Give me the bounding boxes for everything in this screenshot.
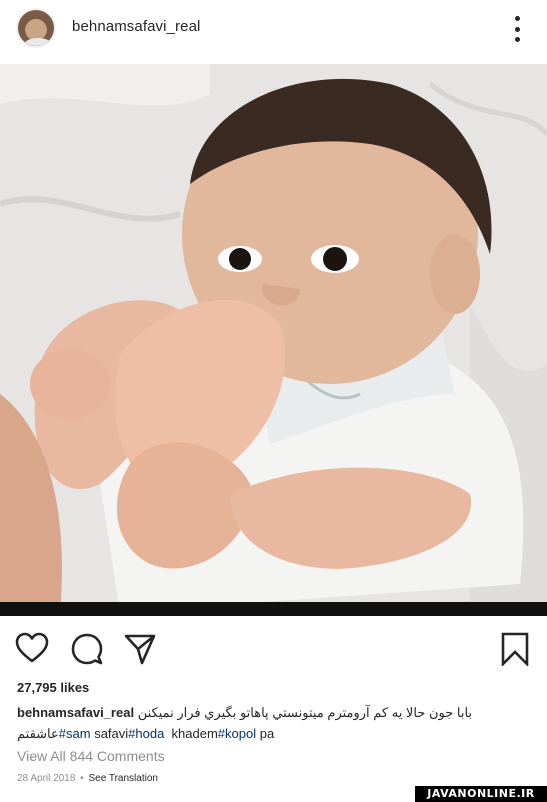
heart-icon[interactable]	[15, 632, 49, 666]
action-bar	[0, 626, 547, 670]
post-meta: 28 April 2018 • See Translation	[17, 773, 158, 784]
caption-word-khadem: khadem	[171, 726, 218, 741]
header-username[interactable]: behnamsafavi_real	[72, 18, 200, 35]
post-date: 28 April 2018	[17, 773, 76, 784]
hashtag-sam[interactable]: #sam	[59, 726, 91, 741]
send-icon[interactable]	[123, 632, 157, 666]
view-all-comments-link[interactable]: View All 844 Comments	[17, 748, 165, 764]
caption-tag-prefix: عاشقتم	[17, 726, 59, 741]
likes-count[interactable]: 27,795 likes	[17, 680, 89, 695]
post-header: behnamsafavi_real	[0, 0, 547, 64]
hashtag-kopol[interactable]: #kopol	[218, 726, 256, 741]
more-options-icon[interactable]	[509, 16, 525, 42]
caption-line-1: behnamsafavi_real بابا جون حالا یه کم آر…	[17, 702, 532, 723]
post-photo[interactable]	[0, 64, 547, 612]
see-translation-link[interactable]: See Translation	[88, 773, 158, 784]
meta-separator: •	[80, 773, 84, 784]
site-watermark: JAVANONLINE.IR	[415, 786, 547, 802]
caption-line-2: عاشقتم#sam safavi#hoda khadem#kopol pa	[17, 723, 532, 744]
bookmark-icon[interactable]	[498, 632, 532, 666]
photo-bottom-border	[0, 602, 547, 616]
caption-word-pa: pa	[259, 726, 275, 741]
caption-username[interactable]: behnamsafavi_real	[17, 705, 134, 720]
post-caption: behnamsafavi_real بابا جون حالا یه کم آر…	[17, 702, 532, 744]
hashtag-hoda[interactable]: #hoda	[128, 726, 164, 741]
profile-avatar[interactable]	[16, 8, 56, 48]
caption-text: بابا جون حالا یه کم آرومترم میتونستي پاه…	[137, 705, 473, 720]
comment-icon[interactable]	[70, 632, 104, 666]
caption-word-safavi: safavi	[94, 726, 129, 741]
